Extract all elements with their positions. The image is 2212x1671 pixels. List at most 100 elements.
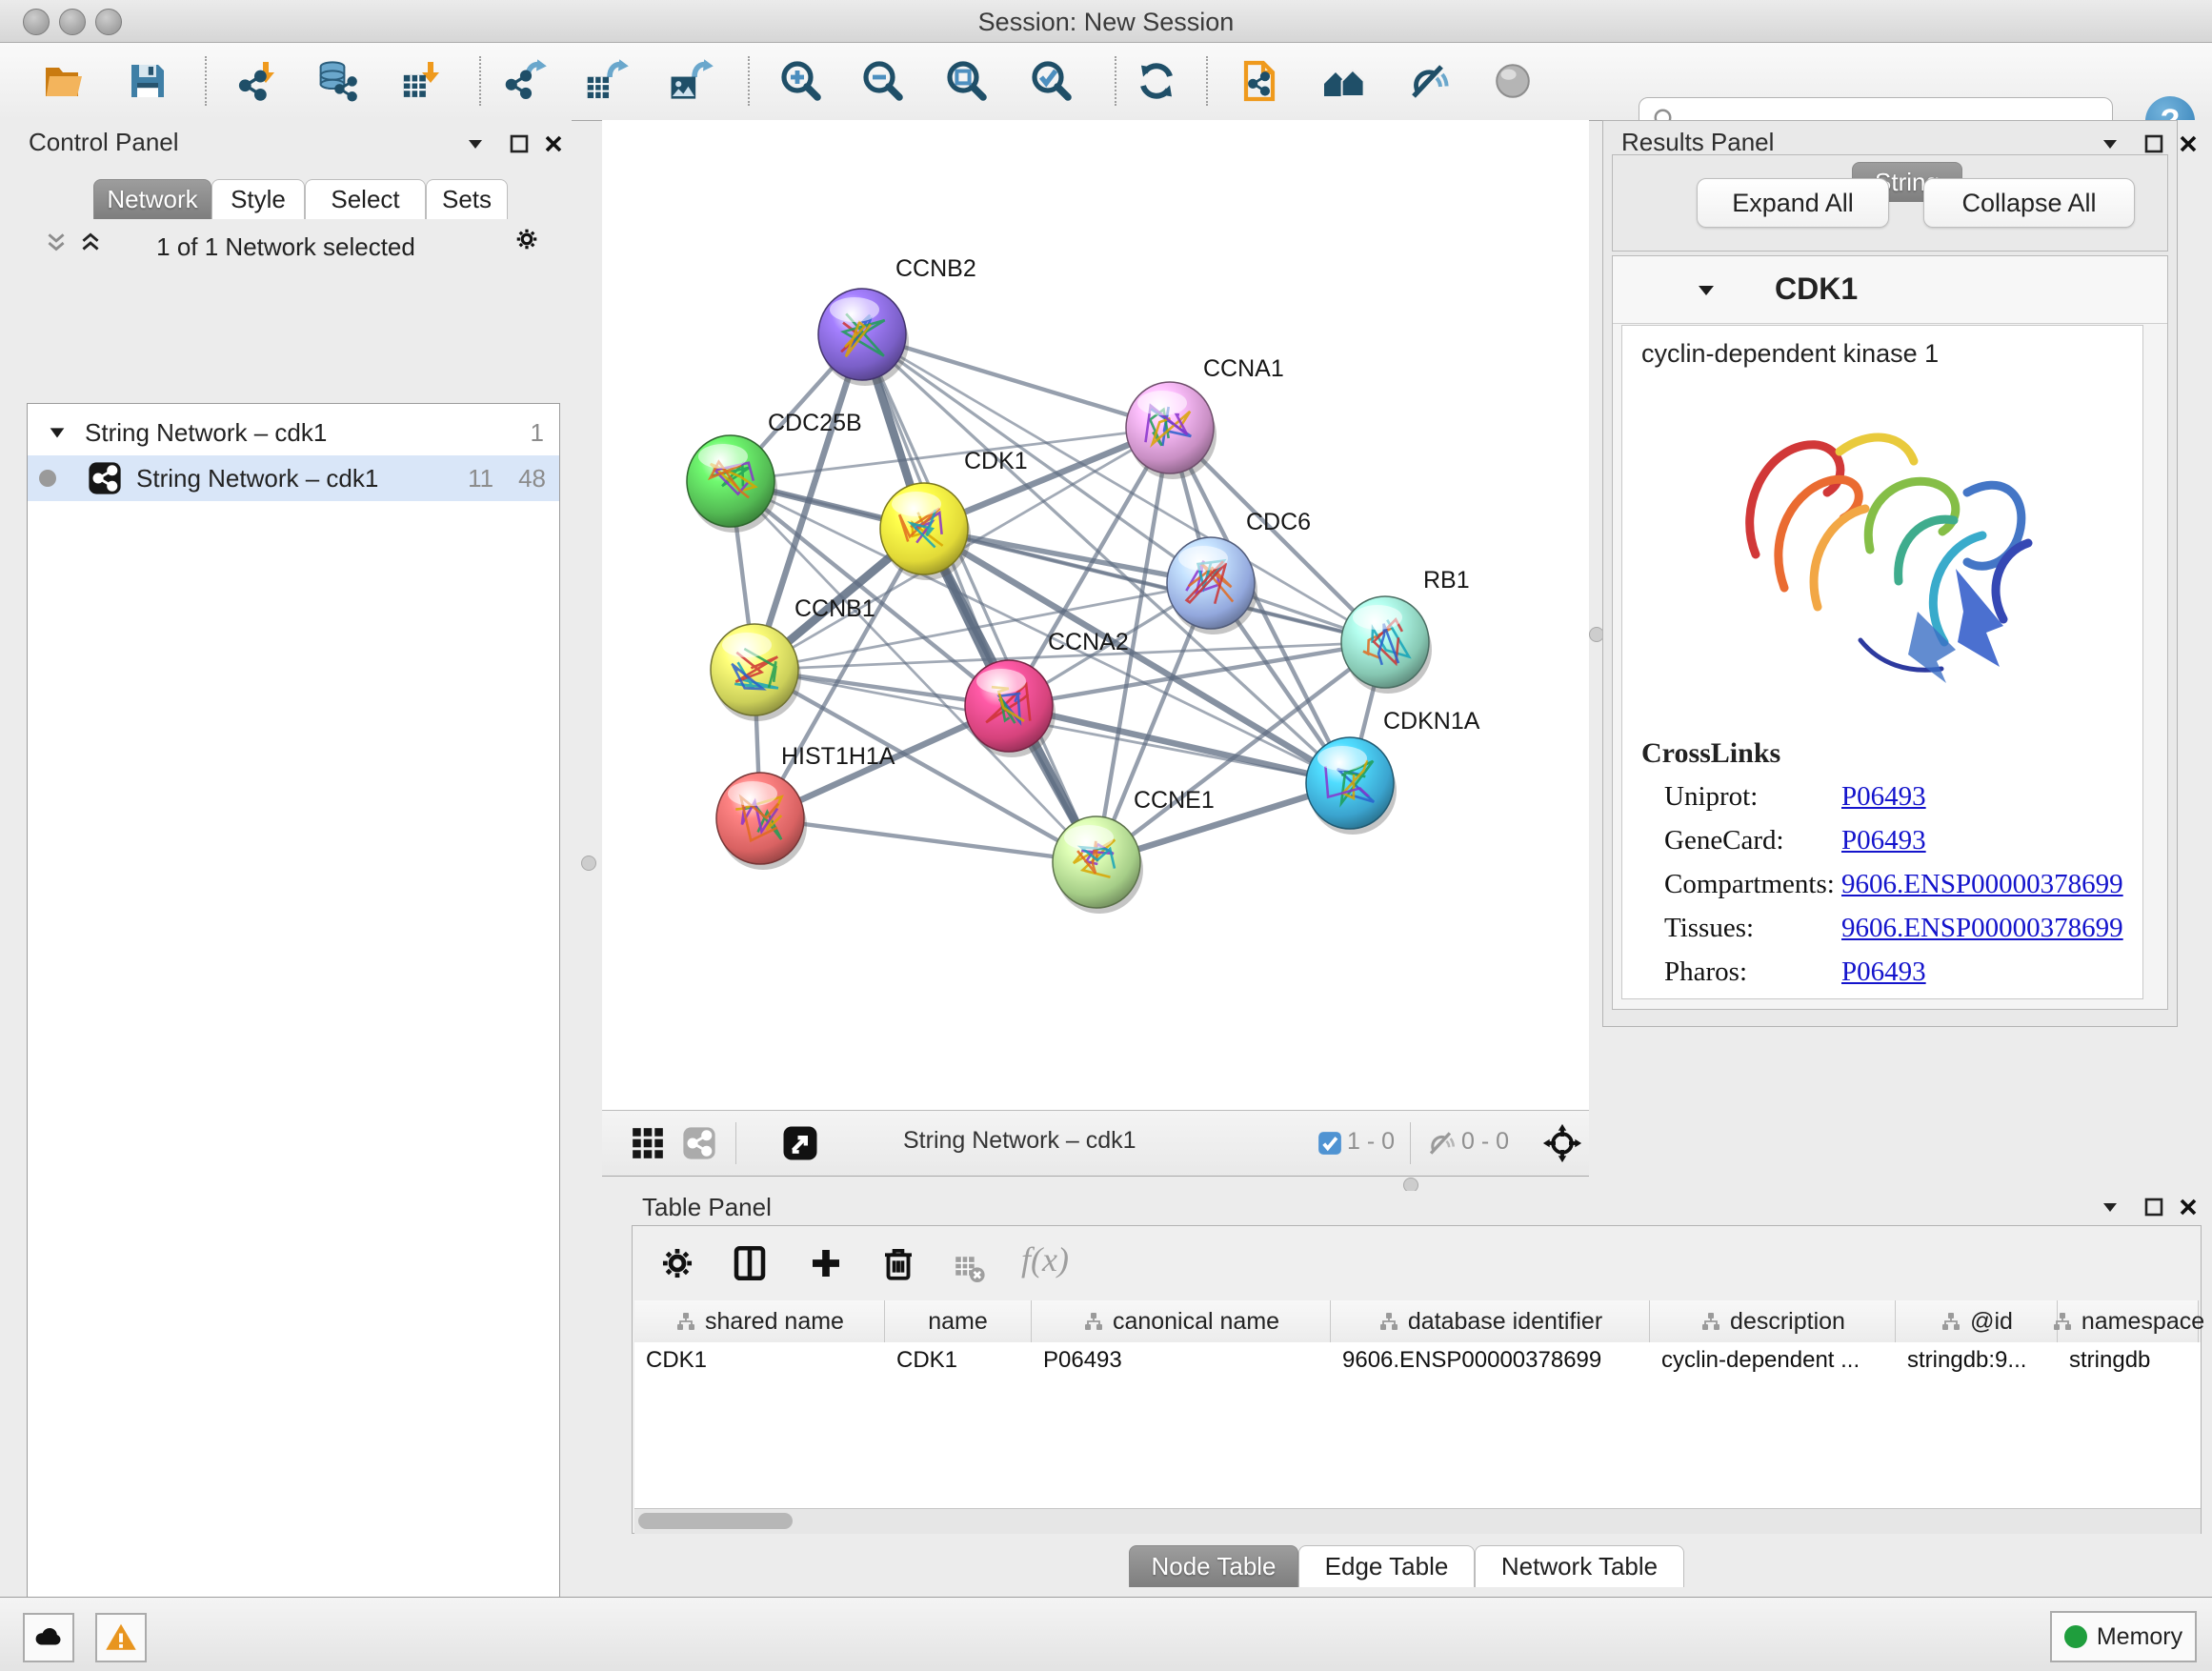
edge-HIST1H1A-CCNE1[interactable]	[760, 818, 1096, 862]
share-document-button[interactable]	[1232, 53, 1287, 109]
add-column-icon[interactable]	[806, 1243, 846, 1283]
node-HIST1H1A[interactable]: HIST1H1A	[716, 743, 895, 870]
expand-all-button[interactable]: Expand All	[1697, 178, 1889, 228]
crosslink-link[interactable]: 9606.ENSP00000378699	[1841, 913, 2123, 944]
open-session-button[interactable]	[36, 53, 91, 109]
left-splitter-grip[interactable]	[581, 856, 596, 871]
column-header-name[interactable]: name	[885, 1300, 1032, 1342]
table-tabs: Node TableEdge TableNetwork Table	[602, 1545, 2212, 1587]
zoom-fit-button[interactable]	[938, 53, 994, 109]
node-CCNE1[interactable]: CCNE1	[1053, 787, 1215, 914]
delete-column-trash-icon[interactable]	[878, 1243, 918, 1283]
entry-collapse-caret-icon[interactable]	[1695, 279, 1718, 302]
crosslink-link[interactable]: P06493	[1841, 825, 1926, 856]
edge-CCNA2-CDKN1A[interactable]	[1009, 706, 1350, 783]
table-cell[interactable]: 9606.ENSP00000378699	[1331, 1342, 1650, 1379]
crosslink-link[interactable]: P06493	[1841, 781, 1926, 813]
tab-style[interactable]: Style	[211, 179, 305, 219]
network-collection-row[interactable]: String Network – cdk1 1	[28, 410, 559, 455]
horizontal-scrollbar-thumb[interactable]	[638, 1513, 793, 1529]
home-button[interactable]	[1317, 53, 1372, 109]
table-gear-icon[interactable]	[659, 1245, 695, 1281]
node-RB1[interactable]: RB1	[1341, 567, 1470, 694]
crosslink-link[interactable]: 9606.ENSP00000378699	[1841, 869, 2123, 900]
column-header-namespace[interactable]: namespace	[2058, 1300, 2199, 1342]
hidden-node-edge-counts: 0 - 0	[1461, 1128, 1509, 1156]
network-canvas[interactable]: CCNB2CCNA1CDC25BCDK1CDC6RB1CCNB1CCNA2CDK…	[602, 120, 1589, 1110]
panel-menu-caret-icon[interactable]	[2098, 131, 2122, 156]
table-cell[interactable]: cyclin-dependent ...	[1650, 1342, 1896, 1379]
network-overview-icon[interactable]	[678, 1122, 720, 1164]
tab-sets[interactable]: Sets	[426, 179, 508, 219]
memory-button[interactable]: Memory	[2050, 1611, 2197, 1662]
zoom-out-button[interactable]	[855, 53, 910, 109]
node-CCNB2[interactable]: CCNB2	[818, 255, 976, 386]
crosslink-link[interactable]: P06493	[1841, 956, 1926, 988]
float-panel-icon[interactable]	[2142, 1195, 2166, 1219]
close-panel-icon[interactable]	[541, 131, 566, 156]
column-header-databaseidentifier[interactable]: database identifier	[1331, 1300, 1650, 1342]
selected-checkbox-icon[interactable]	[1309, 1122, 1351, 1164]
table-cell[interactable]: CDK1	[885, 1342, 1032, 1379]
column-header-canonicalname[interactable]: canonical name	[1032, 1300, 1331, 1342]
zoom-in-button[interactable]	[773, 53, 828, 109]
show-graphics-details-button[interactable]	[1400, 53, 1456, 109]
show-columns-icon[interactable]	[730, 1243, 770, 1283]
refresh-network-button[interactable]	[1129, 53, 1184, 109]
import-table-from-file-button[interactable]	[395, 53, 451, 109]
panel-menu-caret-icon[interactable]	[2098, 1195, 2122, 1219]
table-body: CDK1CDK1P064939606.ENSP00000378699cyclin…	[634, 1342, 2201, 1508]
edge-CCNB2-CCNE1[interactable]	[862, 334, 1096, 862]
column-type-icon	[674, 1310, 697, 1333]
current-network-name: String Network – cdk1	[903, 1127, 1136, 1155]
collapse-all-button[interactable]: Collapse All	[1923, 178, 2135, 228]
tab-network[interactable]: Network	[93, 179, 211, 219]
control-panel-title: Control Panel	[29, 128, 179, 157]
tab-edge-table[interactable]: Edge Table	[1298, 1545, 1475, 1587]
node-CCNA1[interactable]: CCNA1	[1126, 355, 1284, 479]
export-network-button[interactable]	[497, 53, 553, 109]
column-header-sharedname[interactable]: shared name	[634, 1300, 885, 1342]
save-session-button[interactable]	[120, 53, 175, 109]
fit-selected-crosshair-icon[interactable]	[1541, 1122, 1583, 1164]
column-header-description[interactable]: description	[1650, 1300, 1896, 1342]
warnings-button[interactable]	[95, 1613, 147, 1662]
open-in-new-window-icon[interactable]	[779, 1122, 821, 1164]
collection-count: 1	[531, 418, 544, 448]
tab-select[interactable]: Select	[305, 179, 426, 219]
birds-eye-view-icon[interactable]	[627, 1122, 669, 1164]
table-cell[interactable]: stringdb	[2058, 1342, 2199, 1379]
cloud-button[interactable]	[23, 1613, 74, 1662]
import-network-from-file-button[interactable]	[231, 53, 286, 109]
table-cell[interactable]: stringdb:9...	[1896, 1342, 2058, 1379]
network-row-selected[interactable]: String Network – cdk1 11 48	[28, 455, 559, 501]
horizontal-scrollbar-track[interactable]	[634, 1508, 2201, 1534]
tab-network-table[interactable]: Network Table	[1475, 1545, 1684, 1587]
tree-expander-icon[interactable]	[47, 422, 68, 443]
toolbar-separator	[479, 56, 481, 106]
import-network-from-database-button[interactable]	[311, 53, 366, 109]
export-table-button[interactable]	[579, 53, 634, 109]
gear-icon[interactable]	[514, 227, 539, 252]
node-label-CDC25B: CDC25B	[768, 410, 862, 436]
export-image-button[interactable]	[664, 53, 719, 109]
column-header-id[interactable]: @id	[1896, 1300, 2058, 1342]
panel-menu-caret-icon[interactable]	[463, 131, 488, 156]
table-cell[interactable]: CDK1	[634, 1342, 885, 1379]
toolbar-separator	[1410, 1122, 1411, 1164]
hidden-items-icon	[1419, 1122, 1461, 1164]
hide-graphics-details-button[interactable]	[1485, 53, 1540, 109]
close-panel-icon[interactable]	[2176, 1195, 2201, 1219]
column-label: canonical name	[1113, 1308, 1279, 1336]
network-view-toolbar: String Network – cdk1 1 - 0 0 - 0	[602, 1110, 1589, 1177]
tab-node-table[interactable]: Node Table	[1129, 1545, 1298, 1587]
float-panel-icon[interactable]	[2142, 131, 2166, 156]
table-cell[interactable]: P06493	[1032, 1342, 1331, 1379]
memory-status-dot-icon	[2064, 1625, 2087, 1648]
zoom-selected-button[interactable]	[1023, 53, 1078, 109]
share-document-icon	[1237, 58, 1282, 104]
node-CDKN1A[interactable]: CDKN1A	[1306, 708, 1480, 835]
close-panel-icon[interactable]	[2176, 131, 2201, 156]
toolbar-separator	[205, 56, 207, 106]
float-panel-icon[interactable]	[507, 131, 532, 156]
